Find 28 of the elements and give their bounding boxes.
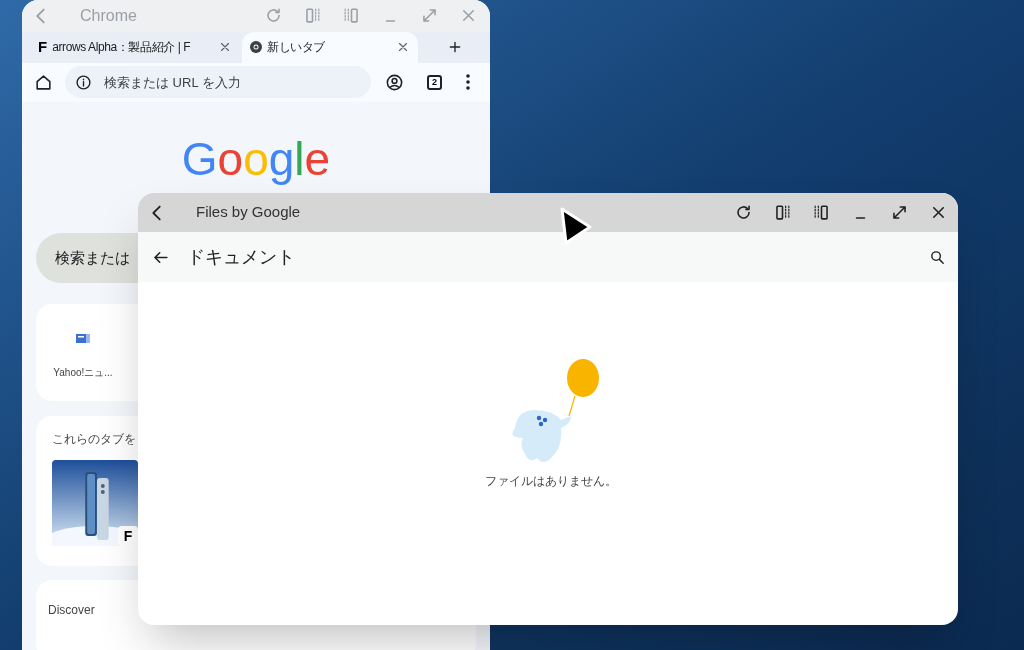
reload-icon[interactable] — [734, 203, 753, 222]
tab-count-button[interactable]: 2 — [427, 74, 442, 90]
site-badge: F — [118, 526, 138, 546]
page-title: ドキュメント — [187, 245, 296, 269]
chrome-icon — [250, 41, 262, 54]
search-icon[interactable] — [929, 248, 946, 266]
tab-favicon: F — [38, 36, 48, 57]
tab-thumbnail[interactable]: F — [52, 460, 138, 546]
split-left-icon[interactable] — [773, 203, 792, 222]
site-favicon — [76, 334, 90, 343]
browser-tab[interactable]: F arrows Alpha：製品紹介 | F — [30, 31, 240, 63]
info-icon[interactable] — [75, 73, 92, 91]
split-right-icon[interactable] — [812, 203, 831, 222]
empty-message: ファイルはありません。 — [485, 473, 617, 490]
browser-tab[interactable]: 新しいタブ — [242, 31, 418, 63]
home-icon[interactable] — [34, 72, 53, 92]
tab-title: arrows Alpha：製品紹介 | F — [52, 39, 192, 57]
tab-title: 新しいタブ — [267, 39, 326, 57]
maximize-icon[interactable] — [890, 203, 909, 222]
card-title: これらのタブを — [52, 431, 137, 448]
shortcut-label[interactable]: Yahoo!ニュ... — [53, 365, 113, 380]
profile-icon[interactable] — [384, 72, 404, 92]
address-field[interactable]: 検索または URL を入力 — [65, 66, 371, 99]
menu-icon[interactable] — [466, 74, 470, 91]
discover-heading: Discover — [48, 603, 95, 617]
window-title: Chrome — [80, 5, 138, 26]
window-title: Files by Google — [196, 202, 302, 223]
search-field[interactable]: 検索または — [36, 233, 138, 283]
